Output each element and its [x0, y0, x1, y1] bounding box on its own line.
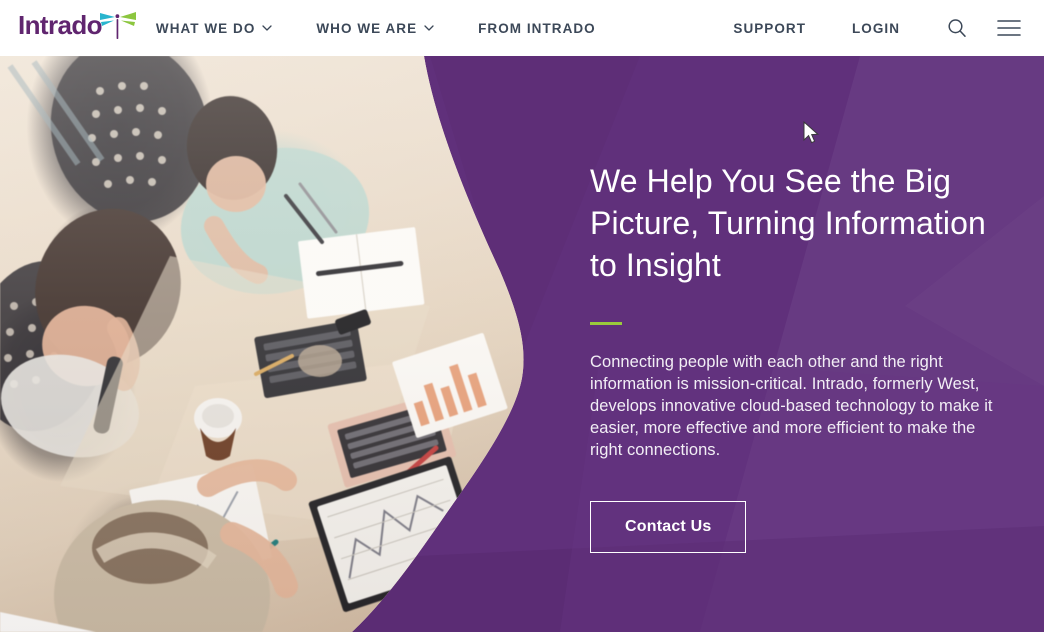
nav-item-login[interactable]: LOGIN: [852, 21, 900, 36]
nav-item-label: WHAT WE DO: [155, 20, 256, 36]
nav-item-what-we-do[interactable]: WHAT WE DO: [155, 20, 273, 36]
primary-navigation: WHAT WE DO WHO WE ARE FROM INTRADO: [156, 21, 640, 36]
chevron-down-icon: [262, 25, 273, 31]
dragonfly-icon: [99, 12, 136, 39]
nav-item-label: SUPPORT: [733, 20, 806, 36]
hero-content: We Help You See the Big Picture, Turning…: [590, 160, 1010, 553]
search-icon: [948, 19, 966, 37]
logo-wordmark: Intrado: [18, 10, 103, 40]
nav-item-label: WHO WE ARE: [316, 20, 418, 36]
nav-item-label: LOGIN: [852, 20, 900, 36]
contact-us-button[interactable]: Contact Us: [590, 501, 747, 553]
utility-navigation: SUPPORT LOGIN: [687, 15, 1022, 41]
chevron-down-icon: [424, 25, 434, 31]
search-button[interactable]: [944, 15, 970, 41]
hero-title: We Help You See the Big Picture, Turning…: [590, 163, 986, 283]
hero-accent-rule: [590, 322, 622, 325]
hamburger-menu-button[interactable]: [996, 15, 1022, 41]
hamburger-menu-icon: [997, 20, 1021, 36]
site-logo[interactable]: Intrado: [18, 8, 138, 48]
nav-item-label: FROM INTRADO: [478, 20, 596, 36]
nav-item-who-we-are[interactable]: WHO WE ARE: [316, 21, 434, 36]
hero-body-text: Connecting people with each other and th…: [590, 353, 993, 459]
hero-section: We Help You See the Big Picture, Turning…: [0, 56, 1044, 632]
site-header: Intrado WHAT WE DO WHO WE ARE FROM INTRA…: [0, 0, 1044, 56]
nav-item-from-intrado[interactable]: FROM INTRADO: [478, 21, 596, 36]
nav-item-support[interactable]: SUPPORT: [733, 21, 806, 36]
